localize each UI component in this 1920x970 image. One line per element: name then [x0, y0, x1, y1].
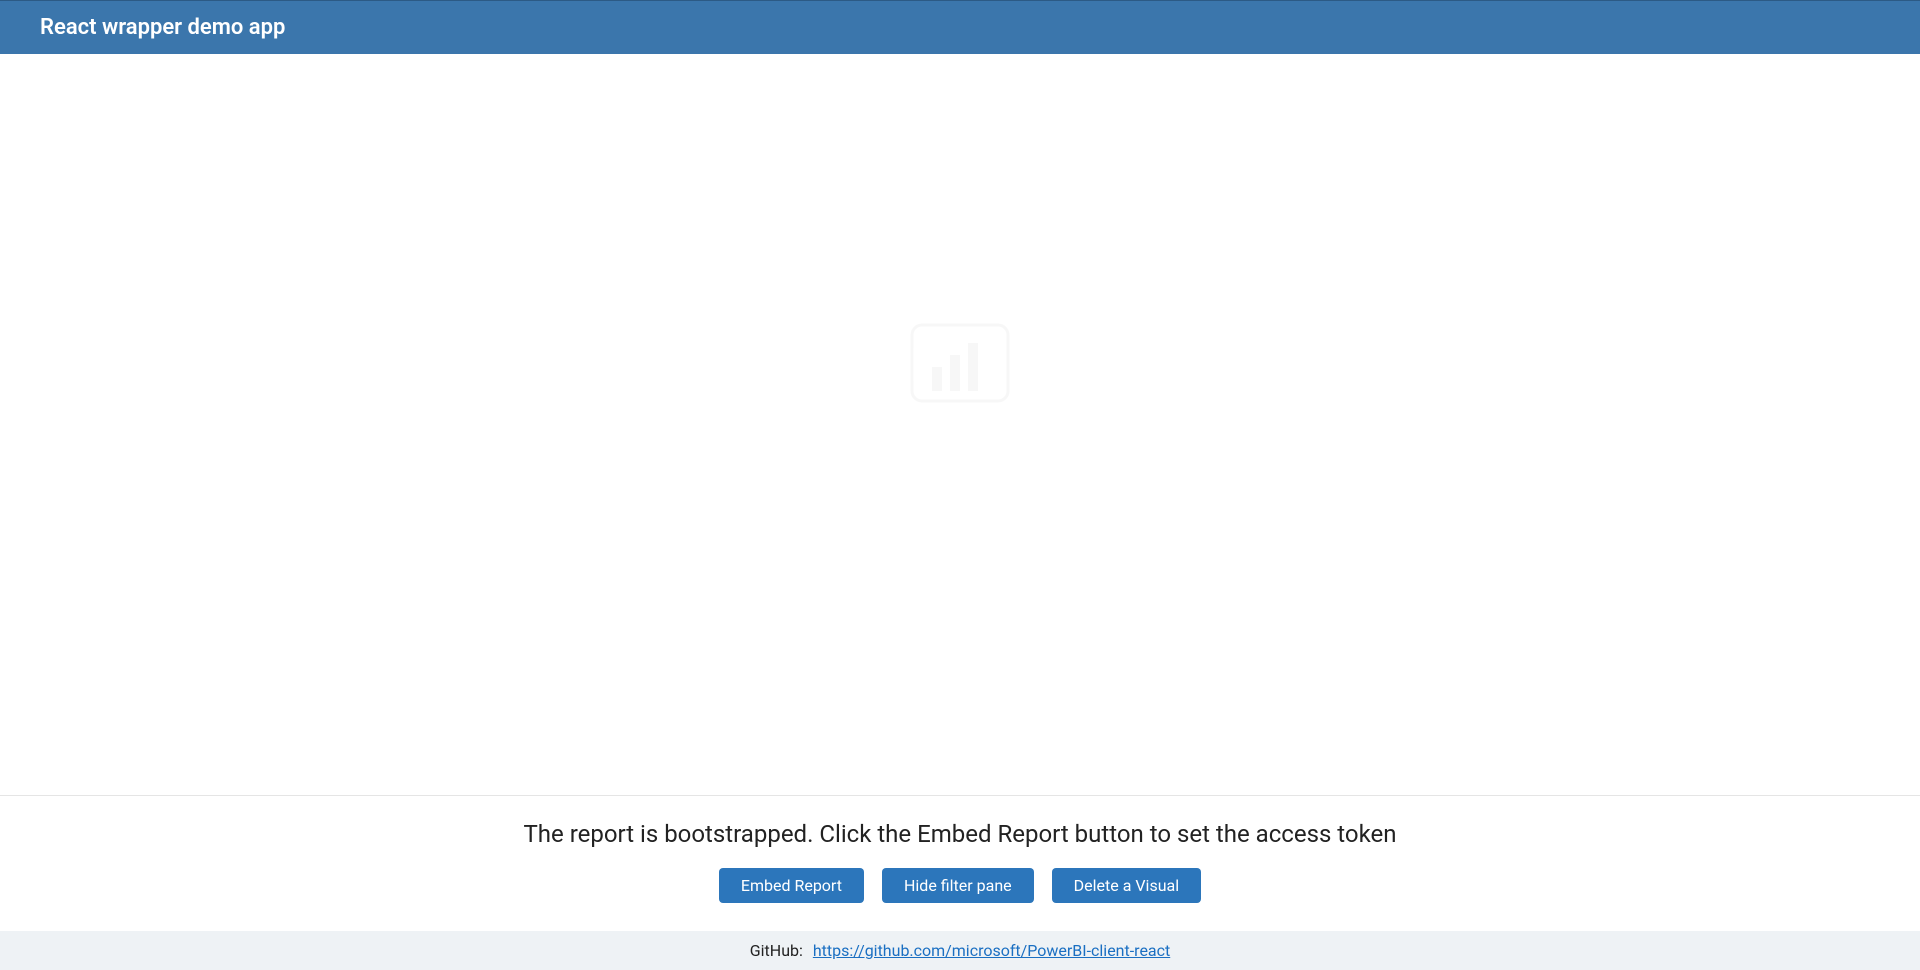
github-link[interactable]: https://github.com/microsoft/PowerBI-cli… [813, 941, 1170, 960]
controls-section: The report is bootstrapped. Click the Em… [0, 796, 1920, 931]
delete-visual-button[interactable]: Delete a Visual [1052, 868, 1201, 903]
status-message: The report is bootstrapped. Click the Em… [0, 820, 1920, 848]
app-header: React wrapper demo app [0, 0, 1920, 54]
report-embed-area [0, 54, 1920, 796]
powerbi-placeholder-icon [910, 323, 1010, 407]
button-row: Embed Report Hide filter pane Delete a V… [0, 868, 1920, 903]
hide-filter-pane-button[interactable]: Hide filter pane [882, 868, 1034, 903]
footer: GitHub: https://github.com/microsoft/Pow… [0, 931, 1920, 970]
app-title: React wrapper demo app [40, 15, 285, 40]
footer-label: GitHub: [750, 941, 803, 960]
embed-report-button[interactable]: Embed Report [719, 868, 864, 903]
